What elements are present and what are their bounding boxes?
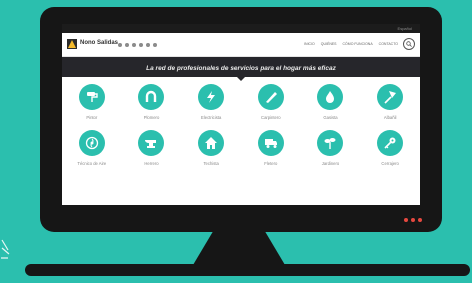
saw-icon: [265, 92, 277, 103]
hero-banner: La red de profesionales de servicios par…: [62, 57, 420, 81]
nav-link-inicio[interactable]: INICIO: [304, 42, 315, 46]
nav-link-como-funciona[interactable]: CÓMO FUNCIONA: [343, 42, 373, 46]
service-label: Herrero: [144, 161, 159, 166]
service-techista[interactable]: Techista: [181, 130, 241, 166]
service-circle: [317, 130, 344, 156]
nav-link-contacto[interactable]: CONTACTO: [379, 42, 398, 46]
service-fletero[interactable]: Fletero: [241, 130, 301, 166]
key-icon: [384, 137, 396, 149]
plant-icon: [324, 138, 336, 149]
service-circle: [138, 84, 165, 110]
banner-notch: [237, 77, 245, 81]
service-label: Electricista: [201, 115, 222, 120]
facebook-icon[interactable]: [118, 43, 122, 47]
lightning-icon: [207, 91, 216, 103]
trowel-icon: [384, 91, 397, 104]
service-circle: [78, 130, 105, 156]
service-pintor[interactable]: Pintor: [62, 84, 122, 120]
service-circle: [257, 84, 284, 110]
service-circle: [138, 130, 165, 156]
paint-roller-icon: [86, 92, 98, 102]
house-icon: [205, 137, 218, 149]
truck-icon: [264, 139, 277, 148]
search-button[interactable]: [403, 38, 415, 50]
service-gasista[interactable]: Gasista: [301, 84, 361, 120]
navbar: Nono Salidas INICIO QUIÉNES CÓMO FUNCION…: [62, 33, 420, 57]
service-albanil[interactable]: Albañil: [360, 84, 420, 120]
service-label: Gasista: [323, 115, 338, 120]
service-tecnico-de-aire[interactable]: Técnico de Aire: [62, 130, 122, 166]
service-label: Techista: [203, 161, 219, 166]
service-cerrajero[interactable]: Cerrajero: [360, 130, 420, 166]
language-selector[interactable]: Español: [398, 26, 412, 31]
services-grid: Pintor Plomero Electricista Carpintero G…: [62, 84, 420, 166]
nav-links: INICIO QUIÉNES CÓMO FUNCIONA CONTACTO: [304, 42, 398, 46]
service-electricista[interactable]: Electricista: [181, 84, 241, 120]
flame-icon: [326, 91, 335, 103]
social-icons: [118, 43, 157, 47]
linkedin-icon[interactable]: [153, 43, 157, 47]
service-circle: [377, 130, 404, 156]
monitor-screen: Español Nono Salidas INICIO QUIÉNES CÓMO…: [62, 24, 420, 205]
monitor-indicator-dots: [404, 218, 422, 222]
service-label: Jardinero: [321, 161, 340, 166]
youtube-icon[interactable]: [139, 43, 143, 47]
service-circle: [78, 84, 105, 110]
service-label: Plomero: [143, 115, 160, 120]
service-circle: [198, 130, 225, 156]
fan-icon: [85, 136, 98, 150]
indicator-dot: [404, 218, 408, 222]
instagram-icon[interactable]: [146, 43, 150, 47]
service-herrero[interactable]: Herrero: [122, 130, 182, 166]
service-label: Albañil: [383, 115, 397, 120]
logo-text[interactable]: Nono Salidas: [80, 40, 118, 46]
google-plus-icon[interactable]: [132, 43, 136, 47]
service-circle: [257, 130, 284, 156]
service-circle: [198, 84, 225, 110]
search-icon: [405, 40, 412, 47]
nav-link-quienes[interactable]: QUIÉNES: [321, 42, 337, 46]
service-jardinero[interactable]: Jardinero: [301, 130, 361, 166]
indicator-dot: [411, 218, 415, 222]
anvil-icon: [145, 140, 157, 148]
magnet-icon: [146, 90, 157, 102]
service-circle: [377, 84, 404, 110]
banner-tagline: La red de profesionales de servicios par…: [146, 65, 336, 72]
service-label: Cerrajero: [381, 161, 399, 166]
service-label: Fletero: [264, 161, 278, 166]
service-label: Técnico de Aire: [77, 161, 107, 166]
logo-icon: [67, 39, 77, 49]
twitter-icon[interactable]: [125, 43, 129, 47]
indicator-dot: [418, 218, 422, 222]
service-label: Pintor: [86, 115, 98, 120]
top-bar: Español: [62, 24, 420, 33]
service-circle: [317, 84, 344, 110]
service-carpintero[interactable]: Carpintero: [241, 84, 301, 120]
service-label: Carpintero: [261, 115, 281, 120]
monitor-stand-base: [25, 264, 470, 276]
monitor-frame: Español Nono Salidas INICIO QUIÉNES CÓMO…: [40, 7, 442, 232]
service-plomero[interactable]: Plomero: [122, 84, 182, 120]
monitor-stand-neck: [193, 231, 285, 265]
hand-decoration: [1, 239, 10, 259]
